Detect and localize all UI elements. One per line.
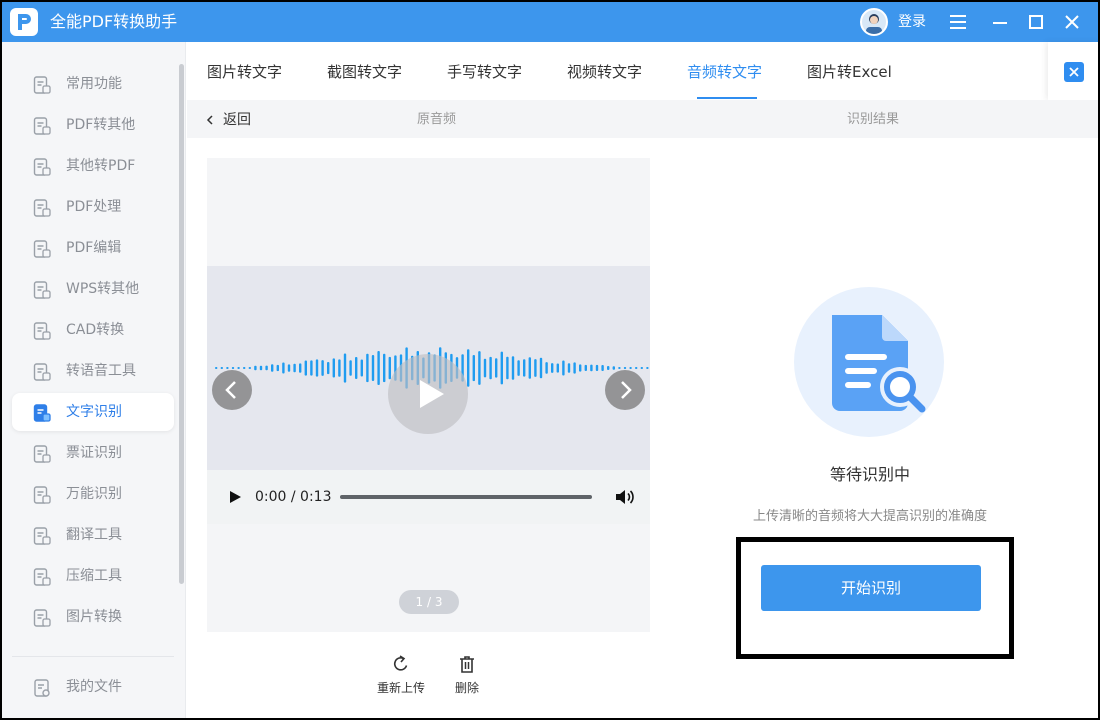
sidebar-item-label: 压缩工具 [66,568,122,584]
sidebar-item-my-files[interactable]: 我的文件 [12,668,174,706]
cad-convert-icon [32,321,52,341]
page-indicator: 1 / 3 [399,590,459,614]
sidebar-item-common-functions[interactable]: 常用功能 [12,65,174,103]
document-search-illustration-icon [794,287,944,437]
sidebar-item-label: 转语音工具 [66,363,136,379]
sidebar-item-label: 常用功能 [66,76,122,92]
image-convert-icon [32,608,52,628]
refresh-icon [393,655,408,671]
sidebar-item-other-to-pdf[interactable]: 其他转PDF [12,147,174,185]
tab-screenshot-to-text[interactable]: 截图转文字 [327,62,402,82]
translate-icon [32,526,52,546]
volume-icon[interactable] [613,486,635,508]
audio-progress-bar[interactable] [340,495,592,499]
audio-preview-panel: 0:00 / 0:13 1 / 3 [207,158,650,632]
sidebar-item-universal-recognition[interactable]: 万能识别 [12,475,174,513]
tab-audio-to-text[interactable]: 音频转文字 [687,62,762,82]
text-to-speech-icon [32,362,52,382]
sidebar-item-label: WPS转其他 [66,281,140,297]
sidebar-item-image-convert[interactable]: 图片转换 [12,598,174,636]
sidebar-item-pdf-process[interactable]: PDF处理 [12,188,174,226]
universal-recognition-icon [32,485,52,505]
app-title: 全能PDF转换助手 [50,12,178,31]
sidebar-item-label: 其他转PDF [66,158,136,174]
chevron-left-icon [206,115,213,125]
sidebar-item-label: PDF编辑 [66,240,122,256]
sidebar-item-ticket-recognition[interactable]: 票证识别 [12,434,174,472]
previous-arrow-icon[interactable] [212,370,252,410]
delete-button[interactable]: 删除 [439,652,495,698]
sidebar-item-pdf-to-other[interactable]: PDF转其他 [12,106,174,144]
sidebar-item-pdf-edit[interactable]: PDF编辑 [12,229,174,267]
audio-time: 0:00 / 0:13 [255,489,332,505]
sidebar-item-label: PDF转其他 [66,117,136,133]
sidebar: 常用功能 PDF转其他 其他转PDF PDF处理 PDF编辑 WPS转其他 CAD转换转语音… [2,42,186,718]
sidebar-item-wps-convert[interactable]: WPS转其他 [12,270,174,308]
original-audio-heading: 原音频 [417,112,457,127]
tab-close-area [1048,42,1098,100]
sidebar-item-label: PDF处理 [66,199,122,215]
sidebar-item-text-to-speech[interactable]: 转语音工具 [12,352,174,390]
delete-label: 删除 [454,681,479,695]
title-bar: 全能PDF转换助手 登录 [2,2,1098,42]
minimize-icon[interactable] [988,10,1012,34]
waveform-area [207,266,650,470]
common-functions-icon [32,75,52,95]
sidebar-item-translate[interactable]: 翻译工具 [12,516,174,554]
tab-image-to-text[interactable]: 图片转文字 [207,62,282,82]
sidebar-item-cad-convert[interactable]: CAD转换 [12,311,174,349]
sidebar-item-label: 图片转换 [66,609,122,625]
sidebar-item-label: 我的文件 [66,679,122,695]
pdf-to-other-icon [32,116,52,136]
sidebar-item-label: 万能识别 [66,486,122,502]
feature-tabs: 图片转文字 截图转文字 手写转文字 视频转文字 音频转文字 图片转Excel [187,42,1047,100]
sidebar-divider [12,656,174,657]
audio-player: 0:00 / 0:13 [207,470,650,524]
tab-image-to-excel[interactable]: 图片转Excel [807,62,892,82]
sidebar-item-label: 文字识别 [66,404,122,420]
ticket-recognition-icon [32,444,52,464]
reupload-button[interactable]: 重新上传 [373,652,429,698]
text-recognition-icon [32,403,52,423]
sub-header: 返回 原音频 识别结果 [187,100,1098,138]
back-label: 返回 [223,112,251,128]
wps-convert-icon [32,280,52,300]
app-logo-icon [10,8,38,36]
result-heading: 识别结果 [847,112,900,127]
status-hint: 上传清晰的音频将大大提高识别的准确度 [752,509,987,524]
compress-icon [32,567,52,587]
trash-icon [460,656,474,673]
tab-video-to-text[interactable]: 视频转文字 [567,62,642,82]
pdf-process-icon [32,198,52,218]
sidebar-scrollbar[interactable] [179,64,184,584]
other-to-pdf-icon [32,157,52,177]
app-window: 全能PDF转换助手 登录 常用功能 PDF转其他 其他转PDF PDF处理 PDF编辑 W… [2,2,1098,718]
user-avatar[interactable] [860,8,888,36]
sidebar-item-label: 票证识别 [66,445,122,461]
maximize-icon[interactable] [1024,10,1048,34]
pdf-edit-icon [32,239,52,259]
tab-handwriting-to-text[interactable]: 手写转文字 [447,62,522,82]
menu-icon[interactable] [946,10,970,34]
close-panel-icon[interactable] [1064,62,1084,82]
start-recognition-button[interactable]: 开始识别 [761,565,981,611]
active-tab-indicator [697,97,757,99]
sidebar-item-text-recognition[interactable]: 文字识别 [12,393,174,431]
sidebar-item-label: 翻译工具 [66,527,122,543]
play-icon[interactable] [225,487,245,507]
play-overlay-icon[interactable] [388,354,468,434]
sidebar-item-label: CAD转换 [66,322,125,338]
sidebar-item-compress[interactable]: 压缩工具 [12,557,174,595]
my-files-icon [32,678,52,698]
login-link[interactable]: 登录 [898,13,926,31]
reupload-label: 重新上传 [376,681,425,695]
close-icon[interactable] [1060,10,1084,34]
next-arrow-icon[interactable] [605,370,645,410]
status-title: 等待识别中 [829,465,910,484]
